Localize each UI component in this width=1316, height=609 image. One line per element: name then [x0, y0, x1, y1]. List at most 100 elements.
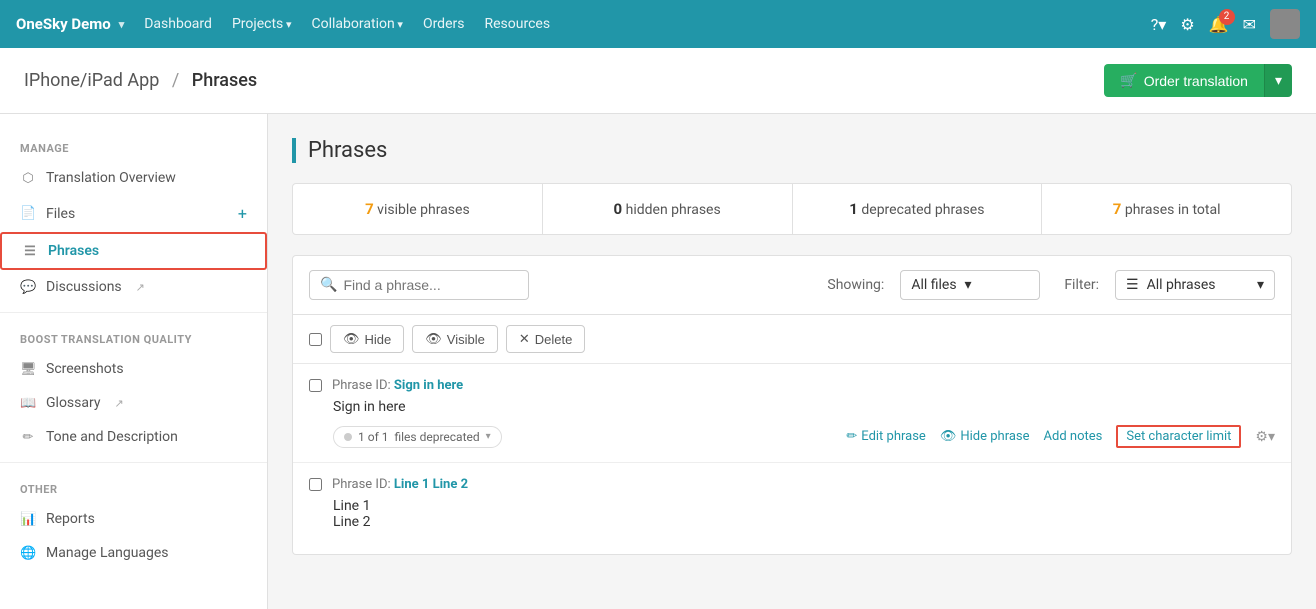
nav-resources[interactable]: Resources: [484, 16, 550, 32]
phrase-row-2: Phrase ID: Line 1 Line 2 Line 1 Line 2: [293, 463, 1291, 554]
messages-icon[interactable]: ✉: [1243, 15, 1256, 34]
visible-button[interactable]: 👁 Visible: [412, 325, 498, 353]
brand[interactable]: OneSky Demo ▾: [16, 15, 124, 33]
stat-hidden-num: 0: [614, 200, 623, 218]
search-input[interactable]: [343, 277, 503, 293]
cart-icon: 🛒: [1120, 72, 1137, 89]
filter-label: Filter:: [1064, 277, 1099, 293]
discussions-icon: 💬: [20, 280, 36, 295]
all-phrases-label: All phrases: [1147, 277, 1216, 293]
help-icon[interactable]: ?▾: [1151, 15, 1167, 34]
files-badge-dot: [344, 433, 352, 441]
phrases-icon: ☰: [22, 244, 38, 259]
hide-icon: 👁: [343, 331, 360, 347]
add-notes-link[interactable]: Add notes: [1044, 429, 1103, 444]
showing-label: Showing:: [827, 277, 884, 293]
table-toolbar: 👁 Hide 👁 Visible ✕ Delete: [293, 315, 1291, 364]
order-translation-dropdown[interactable]: ▾: [1264, 64, 1292, 97]
phrase-row-1-actions: ✏ Edit phrase 👁 Hide phrase Add notes Se…: [846, 425, 1275, 448]
nav-collaboration[interactable]: Collaboration: [312, 16, 403, 32]
edit-icon: ✏: [846, 429, 857, 444]
phrases-table: 👁 Hide 👁 Visible ✕ Delete Phrase ID:: [292, 315, 1292, 555]
stat-total-num: 7: [1113, 200, 1122, 218]
all-files-select[interactable]: All files ▾: [900, 270, 1040, 300]
notification-badge: 2: [1219, 9, 1235, 25]
layout: MANAGE ⬡ Translation Overview 📄 Files + …: [0, 114, 1316, 609]
sidebar-label-tone: Tone and Description: [46, 429, 178, 445]
manage-languages-icon: 🌐: [20, 546, 36, 561]
breadcrumb-project[interactable]: IPhone/iPad App: [24, 70, 159, 91]
hide-button[interactable]: 👁 Hide: [330, 325, 404, 353]
glossary-icon: 📖: [20, 396, 36, 411]
all-files-chevron: ▾: [965, 277, 972, 293]
all-phrases-select[interactable]: ☰ All phrases ▾: [1115, 270, 1275, 300]
phrase-row-1-files[interactable]: 1 of 1 files deprecated ▾: [333, 426, 502, 448]
stat-hidden: 0 hidden phrases: [543, 184, 793, 234]
phrase-row-1-footer: 1 of 1 files deprecated ▾ ✏ Edit phrase …: [333, 425, 1275, 448]
discussions-ext-icon: ↗: [136, 281, 145, 294]
set-character-limit-button[interactable]: Set character limit: [1116, 425, 1241, 448]
sidebar-item-tone[interactable]: ✏ Tone and Description: [0, 420, 267, 454]
tone-icon: ✏: [20, 430, 36, 445]
nav-links: Dashboard Projects Collaboration Orders …: [144, 16, 1131, 32]
files-badge-count: 1 of 1: [358, 430, 388, 444]
stat-deprecated: 1 deprecated phrases: [793, 184, 1043, 234]
phrase-row-2-checkbox[interactable]: [309, 478, 322, 491]
avatar[interactable]: [1270, 9, 1300, 39]
phrase-row-1-id: Phrase ID: Sign in here: [332, 378, 463, 393]
sidebar-divider-2: [0, 462, 267, 463]
sidebar-item-reports[interactable]: 📊 Reports: [0, 502, 267, 536]
search-filter-bar: 🔍 Showing: All files ▾ Filter: ☰ All phr…: [292, 255, 1292, 315]
phrase-row-2-text: Line 1 Line 2: [333, 498, 1275, 530]
edit-phrase-link[interactable]: ✏ Edit phrase: [846, 429, 925, 444]
nav-projects[interactable]: Projects: [232, 16, 292, 32]
sidebar-label-reports: Reports: [46, 511, 95, 527]
sidebar-item-discussions[interactable]: 💬 Discussions ↗: [0, 270, 267, 304]
phrase-row-1-gear-icon[interactable]: ⚙▾: [1255, 429, 1275, 445]
sidebar-item-manage-languages[interactable]: 🌐 Manage Languages: [0, 536, 267, 570]
sidebar-item-screenshots[interactable]: 🖥 Screenshots: [0, 352, 267, 386]
sidebar-divider-1: [0, 312, 267, 313]
nav-orders[interactable]: Orders: [423, 16, 465, 32]
brand-chevron: ▾: [119, 18, 125, 31]
delete-icon: ✕: [519, 331, 530, 347]
select-all-checkbox[interactable]: [309, 333, 322, 346]
visible-icon: 👁: [425, 331, 442, 347]
delete-button[interactable]: ✕ Delete: [506, 325, 585, 353]
phrase-row-1-checkbox[interactable]: [309, 379, 322, 392]
nav-dashboard[interactable]: Dashboard: [144, 16, 212, 32]
settings-icon[interactable]: ⚙: [1180, 15, 1194, 34]
sidebar-item-phrases[interactable]: ☰ Phrases: [0, 232, 267, 270]
all-phrases-chevron: ▾: [1257, 277, 1264, 293]
sidebar-label-screenshots: Screenshots: [46, 361, 124, 377]
hide-phrase-link[interactable]: 👁 Hide phrase: [940, 429, 1030, 444]
screenshots-icon: 🖥: [20, 362, 36, 377]
files-plus-button[interactable]: +: [238, 204, 247, 223]
filter-lines-icon: ☰: [1126, 277, 1139, 293]
brand-name: OneSky Demo: [16, 15, 111, 33]
phrase-row-1-text: Sign in here: [333, 399, 1275, 415]
notifications-icon[interactable]: 🔔 2: [1209, 15, 1229, 34]
stat-total-label: phrases in total: [1125, 202, 1221, 218]
nav-right: ?▾ ⚙ 🔔 2 ✉: [1151, 9, 1300, 39]
all-files-label: All files: [911, 277, 956, 293]
breadcrumb-current: Phrases: [192, 70, 257, 91]
breadcrumb-separator: /: [172, 70, 179, 91]
sidebar-item-translation-overview[interactable]: ⬡ Translation Overview: [0, 161, 267, 195]
breadcrumb-bar: IPhone/iPad App / Phrases 🛒 Order transl…: [0, 48, 1316, 114]
sidebar-label-translation-overview: Translation Overview: [46, 170, 176, 186]
phrase-row: Phrase ID: Sign in here Sign in here 1 o…: [293, 364, 1291, 463]
order-translation-button[interactable]: 🛒 Order translation: [1104, 64, 1264, 97]
search-box: 🔍: [309, 270, 529, 300]
files-badge-suffix: files deprecated: [394, 430, 479, 444]
sidebar-item-files[interactable]: 📄 Files +: [0, 195, 267, 232]
manage-label: MANAGE: [0, 130, 267, 161]
boost-label: BOOST TRANSLATION QUALITY: [0, 321, 267, 352]
page-title: Phrases: [292, 138, 1292, 163]
search-icon: 🔍: [320, 277, 337, 293]
sidebar-item-glossary[interactable]: 📖 Glossary ↗: [0, 386, 267, 420]
phrase-row-2-line-1: Line 1: [333, 498, 1275, 514]
stat-visible-label: visible phrases: [377, 202, 470, 218]
sidebar-label-glossary: Glossary: [46, 395, 100, 411]
phrase-row-1-header: Phrase ID: Sign in here: [309, 378, 1275, 393]
